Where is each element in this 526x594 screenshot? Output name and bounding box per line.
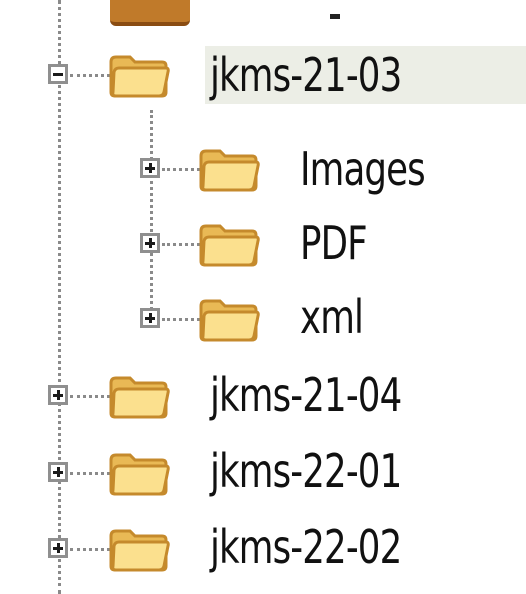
tree-item-label[interactable]: xml xyxy=(300,290,364,344)
tree-item-label[interactable]: jkms-21-03 xyxy=(210,48,402,102)
tree-line xyxy=(162,318,200,321)
tree-line xyxy=(150,110,153,328)
folder-icon xyxy=(108,450,170,496)
tree-item-label[interactable]: Images xyxy=(300,142,426,196)
expand-icon[interactable] xyxy=(140,158,160,178)
collapse-icon[interactable] xyxy=(48,64,68,84)
folder-icon xyxy=(108,373,170,419)
tree-line xyxy=(70,395,110,398)
expand-icon[interactable] xyxy=(48,538,68,558)
tree-line xyxy=(162,243,200,246)
folder-icon xyxy=(108,526,170,572)
expand-icon[interactable] xyxy=(48,462,68,482)
expand-icon[interactable] xyxy=(140,233,160,253)
tree-line xyxy=(58,0,61,594)
tree-line xyxy=(162,168,200,171)
tree-line xyxy=(70,548,110,551)
folder-icon xyxy=(198,221,260,267)
expand-icon[interactable] xyxy=(140,308,160,328)
tree-item-label[interactable]: PDF xyxy=(300,216,368,270)
tree-item-label[interactable]: jkms-22-01 xyxy=(210,444,402,498)
tree-item-label[interactable]: jkms-21-04 xyxy=(210,368,402,422)
tree-item-label[interactable]: jkms-22-02 xyxy=(210,520,402,574)
folder-icon xyxy=(108,52,170,98)
tree-line xyxy=(70,74,110,77)
folder-icon xyxy=(198,296,260,342)
folder-tree: jkms-21-03 Images PDF xml jkms-21-04 jkm… xyxy=(0,0,526,594)
folder-icon xyxy=(110,0,190,26)
tree-line xyxy=(70,472,110,475)
folder-icon xyxy=(198,146,260,192)
partial-label xyxy=(330,14,340,19)
expand-icon[interactable] xyxy=(48,385,68,405)
